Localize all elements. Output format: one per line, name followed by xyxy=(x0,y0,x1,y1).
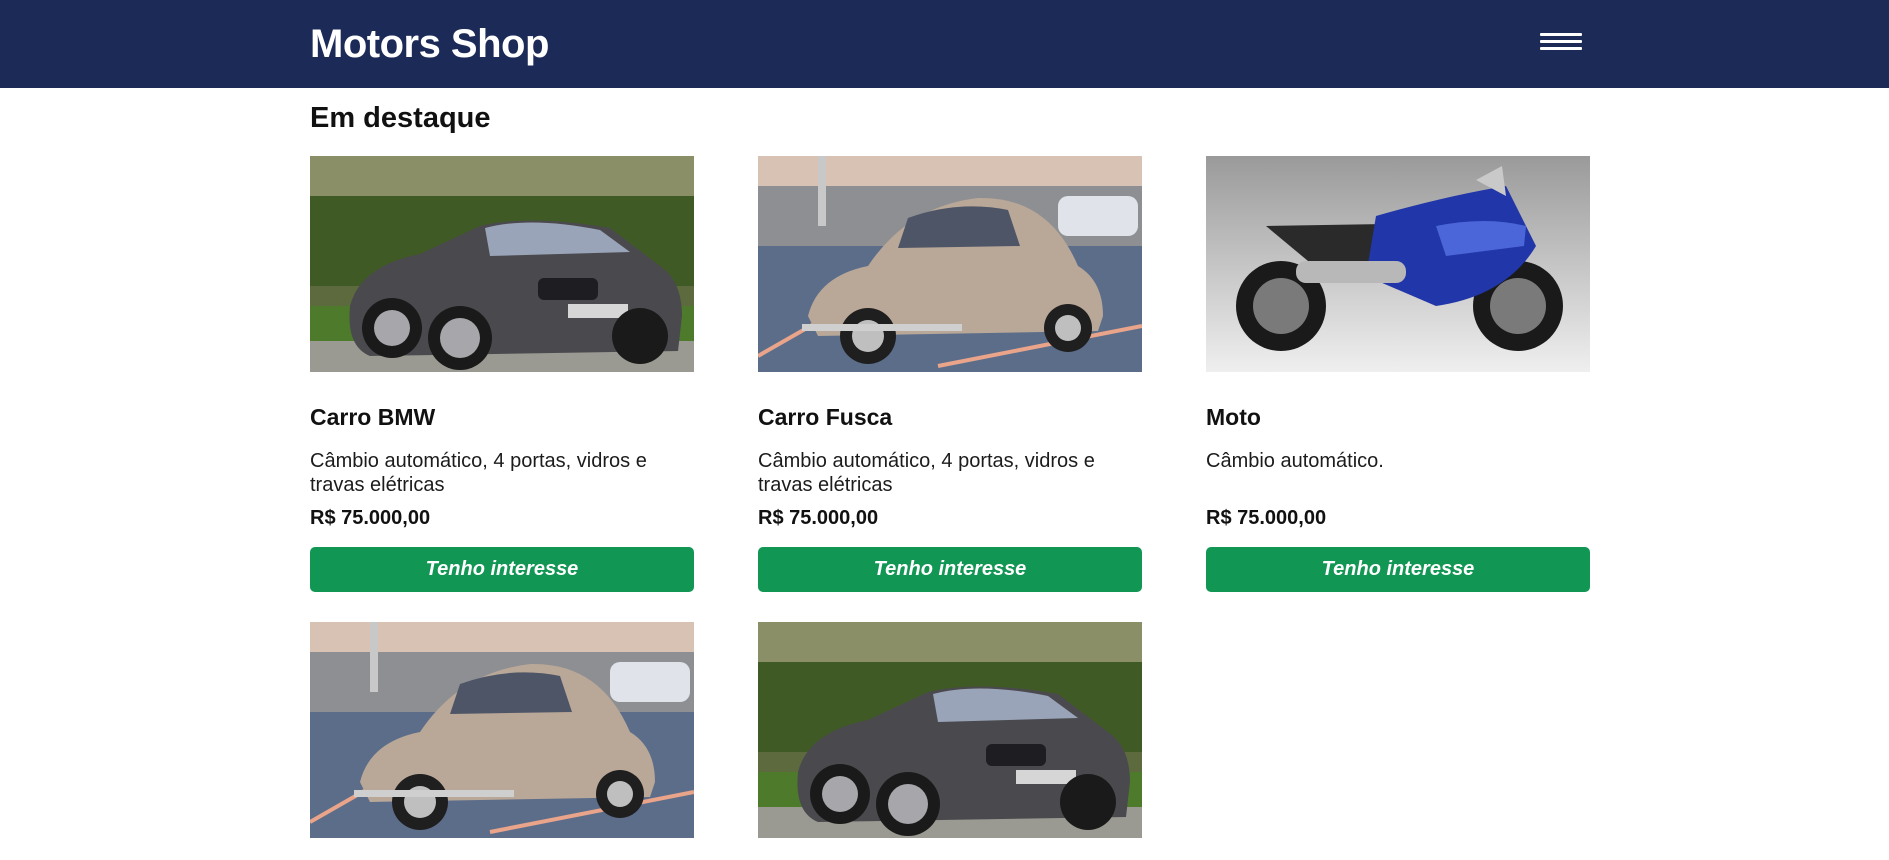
hamburger-menu-icon[interactable] xyxy=(1540,26,1592,60)
motorcycle-image xyxy=(1206,156,1590,372)
bmw-car-image xyxy=(758,622,1142,838)
product-image[interactable] xyxy=(310,156,694,372)
interest-button[interactable]: Tenho interesse xyxy=(758,547,1142,592)
menu-line xyxy=(1540,40,1582,43)
menu-line xyxy=(1540,33,1582,36)
product-title[interactable]: Carro BMW xyxy=(310,402,435,432)
product-image[interactable] xyxy=(758,622,1142,838)
bmw-car-image xyxy=(310,156,694,372)
interest-button[interactable]: Tenho interesse xyxy=(1206,547,1590,592)
section-title: Em destaque xyxy=(310,102,491,134)
product-image[interactable] xyxy=(758,156,1142,372)
product-description: Câmbio automático. xyxy=(1206,450,1384,472)
product-price: R$ 75.000,00 xyxy=(310,507,431,529)
site-header: Motors Shop xyxy=(0,0,1889,88)
fusca-car-image xyxy=(310,622,694,838)
product-description: Câmbio automático, 4 portas, vidros e tr… xyxy=(758,450,1095,496)
product-image[interactable] xyxy=(1206,156,1590,372)
product-description: Câmbio automático, 4 portas, vidros e tr… xyxy=(310,450,647,496)
fusca-car-image xyxy=(758,156,1142,372)
product-image[interactable] xyxy=(310,622,694,838)
product-price: R$ 75.000,00 xyxy=(758,507,879,529)
product-price: R$ 75.000,00 xyxy=(1206,507,1327,529)
interest-button[interactable]: Tenho interesse xyxy=(310,547,694,592)
product-title[interactable]: Carro Fusca xyxy=(758,402,892,432)
menu-line xyxy=(1540,47,1582,50)
site-logo[interactable]: Motors Shop xyxy=(310,20,549,68)
product-title[interactable]: Moto xyxy=(1206,402,1261,432)
